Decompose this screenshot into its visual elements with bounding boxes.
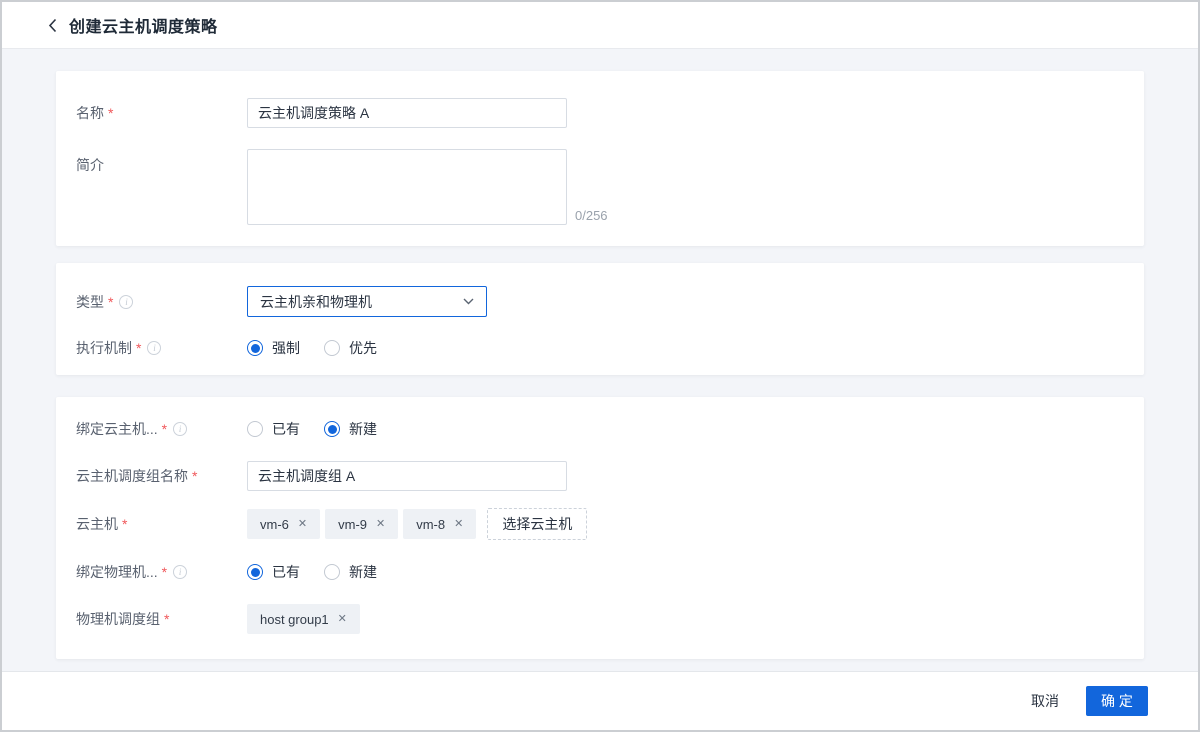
intro-label-text: 简介 xyxy=(76,155,104,175)
intro-row: 简介 0/256 xyxy=(76,149,1124,225)
vm-label: 云主机 * xyxy=(76,514,247,534)
host-group-tag-text: host group1 xyxy=(260,612,329,627)
radio-selected-icon xyxy=(324,421,340,437)
type-label: 类型 * i xyxy=(76,292,247,312)
page-title: 创建云主机调度策略 xyxy=(69,13,218,37)
info-icon[interactable]: i xyxy=(173,422,187,436)
radio-selected-icon xyxy=(247,564,263,580)
radio-label: 优先 xyxy=(349,338,377,358)
bind-host-label-text: 绑定物理机... xyxy=(76,562,158,582)
form-body: 名称 * 简介 0/256 类型 xyxy=(2,49,1198,671)
intro-textarea[interactable] xyxy=(247,149,567,225)
radio-mechanism-force[interactable]: 强制 xyxy=(247,338,300,358)
vm-group-name-label-text: 云主机调度组名称 xyxy=(76,466,188,486)
radio-label: 已有 xyxy=(272,562,300,582)
char-counter: 0/256 xyxy=(575,208,608,223)
mechanism-label: 执行机制 * i xyxy=(76,338,247,358)
bind-vm-radio-group: 已有 新建 xyxy=(247,419,377,439)
vm-row: 云主机 * vm-6 ✕ vm-9 ✕ vm-8 ✕ xyxy=(76,508,1124,540)
radio-host-new[interactable]: 新建 xyxy=(324,562,377,582)
radio-mechanism-soft[interactable]: 优先 xyxy=(324,338,377,358)
required-marker: * xyxy=(108,294,113,310)
page-header: 创建云主机调度策略 xyxy=(2,2,1198,49)
mechanism-row: 执行机制 * i 强制 优先 xyxy=(76,333,1124,363)
vm-tag: vm-6 ✕ xyxy=(247,509,320,539)
host-group-label-text: 物理机调度组 xyxy=(76,609,160,629)
select-vm-button[interactable]: 选择云主机 xyxy=(487,508,587,540)
vm-tag: vm-8 ✕ xyxy=(403,509,476,539)
name-input[interactable] xyxy=(247,98,567,128)
confirm-button[interactable]: 确 定 xyxy=(1086,686,1148,716)
radio-host-existing[interactable]: 已有 xyxy=(247,562,300,582)
tag-close-icon[interactable]: ✕ xyxy=(298,519,307,530)
create-scheduling-policy-page: 创建云主机调度策略 名称 * 简介 0/256 xyxy=(0,0,1200,732)
type-row: 类型 * i 云主机亲和物理机 xyxy=(76,286,1124,317)
radio-unselected-icon xyxy=(247,421,263,437)
binding-card: 绑定云主机... * i 已有 新建 云主机调度组 xyxy=(56,397,1144,659)
bind-host-radio-group: 已有 新建 xyxy=(247,562,377,582)
bind-vm-label-text: 绑定云主机... xyxy=(76,419,158,439)
vm-tag-text: vm-6 xyxy=(260,517,289,532)
bind-host-label: 绑定物理机... * i xyxy=(76,562,247,582)
required-marker: * xyxy=(162,564,167,580)
tag-close-icon[interactable]: ✕ xyxy=(376,519,385,530)
radio-label: 新建 xyxy=(349,419,377,439)
vm-tag: vm-9 ✕ xyxy=(325,509,398,539)
cancel-button[interactable]: 取消 xyxy=(1031,691,1059,711)
radio-label: 新建 xyxy=(349,562,377,582)
bind-vm-label: 绑定云主机... * i xyxy=(76,419,247,439)
required-marker: * xyxy=(108,105,113,121)
required-marker: * xyxy=(122,516,127,532)
policy-type-card: 类型 * i 云主机亲和物理机 执行机制 * i xyxy=(56,263,1144,375)
name-row: 名称 * xyxy=(76,98,1124,128)
radio-label: 已有 xyxy=(272,419,300,439)
vm-tag-text: vm-9 xyxy=(338,517,367,532)
required-marker: * xyxy=(162,421,167,437)
type-label-text: 类型 xyxy=(76,292,104,312)
host-group-label: 物理机调度组 * xyxy=(76,609,247,629)
bind-vm-row: 绑定云主机... * i 已有 新建 xyxy=(76,414,1124,444)
required-marker: * xyxy=(164,611,169,627)
host-group-row: 物理机调度组 * host group1 ✕ xyxy=(76,604,1124,634)
chevron-down-icon xyxy=(463,298,474,305)
intro-label: 简介 xyxy=(76,149,247,175)
radio-unselected-icon xyxy=(324,340,340,356)
basic-info-card: 名称 * 简介 0/256 xyxy=(56,71,1144,246)
tag-close-icon[interactable]: ✕ xyxy=(338,614,347,625)
type-select-value: 云主机亲和物理机 xyxy=(260,292,372,312)
mechanism-label-text: 执行机制 xyxy=(76,338,132,358)
vm-tag-text: vm-8 xyxy=(416,517,445,532)
radio-vm-new[interactable]: 新建 xyxy=(324,419,377,439)
type-select[interactable]: 云主机亲和物理机 xyxy=(247,286,487,317)
bind-host-row: 绑定物理机... * i 已有 新建 xyxy=(76,557,1124,587)
radio-label: 强制 xyxy=(272,338,300,358)
vm-group-name-input[interactable] xyxy=(247,461,567,491)
info-icon[interactable]: i xyxy=(173,565,187,579)
footer-action-bar: 取消 确 定 xyxy=(2,671,1198,730)
radio-selected-icon xyxy=(247,340,263,356)
vm-group-name-label: 云主机调度组名称 * xyxy=(76,466,247,486)
radio-unselected-icon xyxy=(324,564,340,580)
info-icon[interactable]: i xyxy=(119,295,133,309)
vm-group-name-row: 云主机调度组名称 * xyxy=(76,461,1124,491)
host-group-tag-list: host group1 ✕ xyxy=(247,604,360,634)
tag-close-icon[interactable]: ✕ xyxy=(454,519,463,530)
vm-label-text: 云主机 xyxy=(76,514,118,534)
required-marker: * xyxy=(136,340,141,356)
host-group-tag: host group1 ✕ xyxy=(247,604,360,634)
name-label: 名称 * xyxy=(76,103,247,123)
mechanism-radio-group: 强制 优先 xyxy=(247,338,377,358)
back-button[interactable] xyxy=(48,18,57,33)
radio-vm-existing[interactable]: 已有 xyxy=(247,419,300,439)
vm-tag-list: vm-6 ✕ vm-9 ✕ vm-8 ✕ 选择云主机 xyxy=(247,508,587,540)
name-label-text: 名称 xyxy=(76,103,104,123)
info-icon[interactable]: i xyxy=(147,341,161,355)
chevron-left-icon xyxy=(48,18,57,33)
required-marker: * xyxy=(192,468,197,484)
